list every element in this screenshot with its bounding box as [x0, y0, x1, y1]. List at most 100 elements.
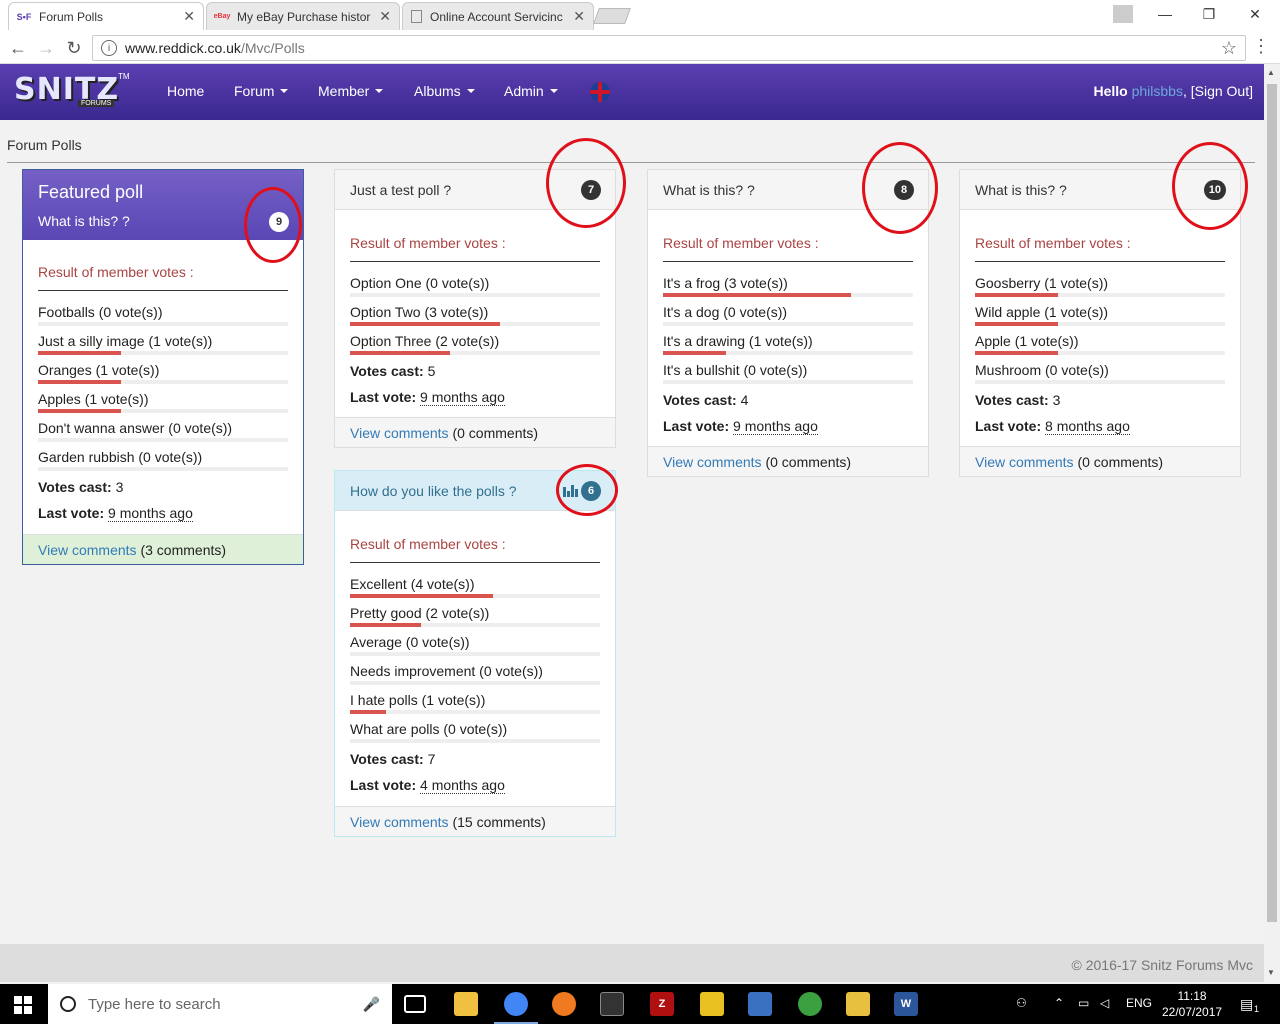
word-icon[interactable]: W — [894, 992, 918, 1016]
view-comments-link[interactable]: View comments — [350, 814, 449, 830]
last-vote: Last vote: 9 months ago — [350, 389, 600, 406]
logo-trademark: TM — [118, 72, 130, 81]
view-comments-link[interactable]: View comments — [975, 454, 1074, 470]
poll-panel: How do you like the polls ? 6 Result of … — [334, 470, 616, 837]
result-title: Result of member votes : — [38, 264, 288, 291]
close-tab-icon[interactable]: ✕ — [379, 8, 391, 25]
windows-start-icon[interactable] — [14, 996, 32, 1014]
page-scrollbar[interactable]: ▲ ▼ — [1264, 64, 1280, 982]
nav-member[interactable]: Member — [318, 83, 384, 99]
last-vote-label: Last vote: — [350, 389, 417, 405]
url-input[interactable]: i www.reddick.co.uk/Mvc/Polls ☆ — [92, 35, 1246, 61]
uk-flag-icon[interactable] — [590, 82, 610, 102]
archive-icon[interactable] — [700, 992, 724, 1016]
nav-home-label: Home — [167, 83, 205, 99]
tray-chevron-icon[interactable]: ⌃ — [1054, 996, 1064, 1010]
poll-option: Oranges (1 vote(s)) — [38, 355, 288, 384]
scroll-up-icon[interactable]: ▲ — [1267, 68, 1275, 77]
poll-option: It's a dog (0 vote(s)) — [663, 297, 913, 326]
poll-option-label: Oranges (1 vote(s)) — [38, 362, 160, 378]
result-title: Result of member votes : — [663, 235, 913, 262]
poll-option: I hate polls (1 vote(s)) — [350, 685, 600, 714]
last-vote: Last vote: 8 months ago — [975, 418, 1225, 435]
poll-question[interactable]: Just a test poll ? — [350, 182, 451, 198]
info-icon[interactable]: i — [101, 40, 117, 56]
close-tab-icon[interactable]: ✕ — [573, 8, 585, 25]
view-comments-link[interactable]: View comments — [663, 454, 762, 470]
file-explorer-icon[interactable] — [454, 992, 478, 1016]
view-comments-link[interactable]: View comments — [350, 425, 449, 441]
tab-ebay[interactable]: eBay My eBay Purchase histor ✕ — [206, 2, 400, 30]
browser-menu-icon[interactable]: ⋮ — [1252, 36, 1270, 57]
view-comments-link[interactable]: View comments — [38, 542, 137, 558]
filezilla-icon[interactable]: Z — [650, 992, 674, 1016]
caret-down-icon — [466, 89, 475, 93]
nav-admin[interactable]: Admin — [504, 83, 558, 99]
restore-icon[interactable]: ❐ — [1186, 0, 1232, 28]
last-vote: Last vote: 9 months ago — [663, 418, 913, 435]
copyright-text: © 2016-17 Snitz Forums Mvc — [1071, 957, 1254, 973]
network-icon[interactable]: ▭ — [1078, 996, 1089, 1010]
nav-albums-label: Albums — [414, 83, 461, 99]
clock[interactable]: 11:18 22/07/2017 — [1162, 988, 1222, 1020]
laptop-app-icon[interactable] — [748, 992, 772, 1016]
poll-option-label: Option One (0 vote(s)) — [350, 275, 490, 291]
volume-icon[interactable]: ◁ — [1100, 996, 1109, 1010]
vote-bar-track — [975, 380, 1225, 384]
poll-option: It's a frog (3 vote(s)) — [663, 268, 913, 297]
annotation-ring — [556, 464, 618, 516]
avast-icon[interactable] — [552, 992, 576, 1016]
poll-question[interactable]: How do you like the polls ? — [350, 483, 517, 499]
new-tab-button[interactable] — [593, 8, 631, 24]
notification-icon[interactable]: ▤ — [1240, 996, 1253, 1013]
scroll-down-icon[interactable]: ▼ — [1267, 968, 1275, 977]
last-vote-value: 8 months ago — [1045, 418, 1130, 435]
bookmark-star-icon[interactable]: ☆ — [1221, 38, 1237, 59]
last-vote-label: Last vote: — [663, 418, 730, 434]
scroll-thumb[interactable] — [1267, 84, 1277, 922]
last-vote-value: 9 months ago — [733, 418, 818, 435]
url-path: /Mvc/Polls — [240, 40, 305, 56]
close-window-icon[interactable]: ✕ — [1232, 0, 1278, 28]
snitz-logo[interactable]: SNITZ FORUMS TM — [14, 72, 130, 112]
poll-option: Pretty good (2 vote(s)) — [350, 598, 600, 627]
poll-options: Excellent (4 vote(s)) Pretty good (2 vote… — [350, 569, 600, 743]
username-link[interactable]: philsbbs — [1132, 83, 1183, 99]
site-navbar: SNITZ FORUMS TM Home Forum Member Albums… — [0, 64, 1264, 120]
terminal-icon[interactable] — [600, 992, 624, 1016]
forward-icon[interactable]: → — [34, 36, 58, 60]
nav-albums[interactable]: Albums — [414, 83, 475, 99]
taskbar-search-input[interactable]: Type here to search 🎤 — [48, 984, 392, 1024]
nav-forum[interactable]: Forum — [234, 83, 289, 99]
caret-down-icon — [549, 89, 558, 93]
tool-icon[interactable] — [846, 992, 870, 1016]
poll-option-label: What are polls (0 vote(s)) — [350, 721, 508, 737]
microphone-icon[interactable]: 🎤 — [363, 996, 380, 1013]
poll-option: Excellent (4 vote(s)) — [350, 569, 600, 598]
poll-question[interactable]: What is this? ? — [975, 182, 1067, 198]
language-indicator[interactable]: ENG — [1126, 996, 1152, 1010]
comments-count: (0 comments) — [765, 454, 852, 470]
chrome-icon[interactable] — [504, 992, 528, 1016]
last-vote-label: Last vote: — [38, 505, 105, 521]
cortana-icon — [60, 996, 76, 1012]
poll-option: Garden rubbish (0 vote(s)) — [38, 442, 288, 471]
poll-option: Footballs (0 vote(s)) — [38, 297, 288, 326]
reload-icon[interactable]: ↻ — [62, 36, 86, 60]
database-icon[interactable] — [798, 992, 822, 1016]
poll-option: It's a bullshit (0 vote(s)) — [663, 355, 913, 384]
poll-option-label: Footballs (0 vote(s)) — [38, 304, 163, 320]
vote-bar-track — [350, 739, 600, 743]
nav-home[interactable]: Home — [167, 83, 204, 99]
back-icon[interactable]: ← — [6, 36, 30, 60]
tab-online-account[interactable]: Online Account Servicinc ✕ — [402, 2, 594, 30]
minimize-icon[interactable]: — — [1142, 0, 1188, 28]
task-view-icon[interactable] — [404, 995, 426, 1013]
close-tab-icon[interactable]: ✕ — [183, 8, 195, 25]
tab-forum-polls[interactable]: S•F Forum Polls ✕ — [8, 2, 204, 30]
votes-cast-label: Votes cast: — [663, 392, 737, 408]
people-icon[interactable]: ⚇ — [1016, 996, 1027, 1010]
poll-question[interactable]: What is this? ? — [663, 182, 755, 198]
signout-link[interactable]: , [Sign Out] — [1183, 83, 1253, 99]
profile-icon[interactable] — [1100, 0, 1146, 28]
